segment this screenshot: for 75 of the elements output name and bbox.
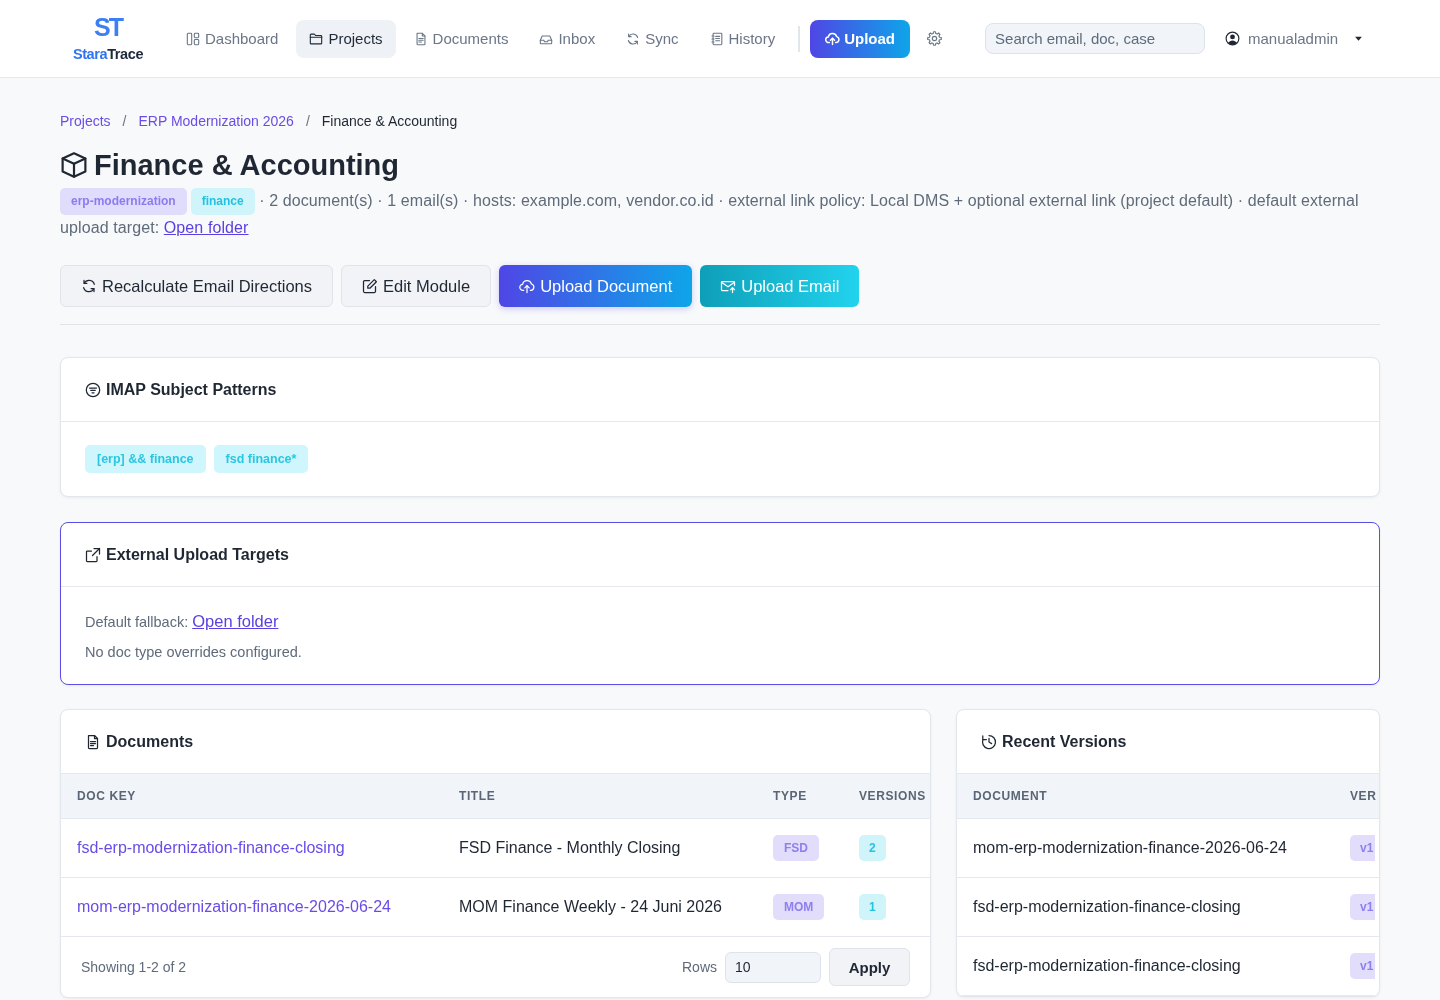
- caret-icon: [1354, 34, 1364, 43]
- fallback-text: Default fallback: Open folder: [85, 611, 280, 633]
- version-count-badge: 1: [859, 894, 886, 921]
- type-badge: MOM: [773, 894, 825, 921]
- column-header: VER: [1349, 789, 1378, 804]
- action-button[interactable]: Upload Document: [499, 265, 693, 308]
- breadcrumb-separator: /: [304, 113, 311, 129]
- document-icon: [85, 733, 101, 750]
- nav-item[interactable]: Documents: [400, 19, 522, 58]
- rows-input[interactable]: 10: [725, 951, 821, 983]
- doc-key-link[interactable]: fsd-erp-modernization-finance-closing: [77, 839, 345, 857]
- doc-key-link[interactable]: mom-erp-modernization-finance-2026-06-24: [77, 898, 391, 916]
- table-cell: fsd-erp-modernization-finance-closing: [973, 898, 1241, 916]
- overrides-note: No doc type overrides configured.: [85, 643, 303, 663]
- box-arrow-icon: [85, 546, 101, 563]
- settings-icon[interactable]: [927, 31, 943, 46]
- pattern-chip: fsd finance*: [213, 445, 309, 474]
- filter-circle-icon: [85, 381, 101, 398]
- nav-item[interactable]: Inbox: [526, 19, 609, 58]
- layout-grid-icon: [186, 31, 200, 46]
- sync-icon: [626, 31, 641, 46]
- breadcrumb-link[interactable]: ERP Modernization 2026: [138, 113, 294, 129]
- nav-item[interactable]: Sync: [613, 19, 692, 58]
- type-badge: FSD: [773, 835, 819, 862]
- clock-icon: [981, 733, 997, 750]
- version-badge: v1: [1350, 894, 1376, 921]
- action-button[interactable]: Recalculate Email Directions: [60, 265, 333, 308]
- version-badge: v1: [1350, 953, 1376, 980]
- version-count-badge: 2: [859, 835, 886, 862]
- pencil-square-icon: [362, 278, 378, 295]
- tag-badge: finance: [190, 188, 255, 216]
- column-header: DOCUMENT: [972, 789, 1049, 804]
- column-header: TITLE: [458, 789, 497, 804]
- breadcrumb-current: Finance & Accounting: [321, 113, 458, 129]
- upload-button[interactable]: Upload: [810, 19, 911, 58]
- open-folder-link[interactable]: Open folder: [192, 612, 279, 631]
- tag-badge: erp-modernization: [60, 188, 187, 216]
- search-field[interactable]: Search email, doc, case: [985, 23, 1206, 54]
- open-folder-link[interactable]: Open folder: [163, 219, 249, 237]
- nav-item[interactable]: History: [696, 19, 789, 58]
- document-icon: [413, 31, 428, 46]
- breadcrumb-link[interactable]: Projects: [60, 113, 111, 129]
- action-button[interactable]: Edit Module: [341, 265, 492, 308]
- pattern-chip: [erp] && finance: [85, 445, 206, 474]
- user-menu[interactable]: manualadmin: [1225, 30, 1364, 47]
- breadcrumb-separator: /: [121, 113, 128, 129]
- envelope-arrow-icon: [720, 278, 737, 295]
- column-header: TYPE: [772, 789, 808, 804]
- project-summary: erp-modernization finance · 2 document(s) · 1 email(s) · hosts: example.com, vendor.co.id · external link policy: Local DMS + optional external link (project default) · default external upload target: Open folder: [60, 188, 1380, 242]
- page-title: Finance & Accounting: [94, 148, 400, 183]
- card-title: External Upload Targets: [106, 545, 289, 564]
- sync-icon: [81, 278, 97, 295]
- cloud-upload-icon: [825, 31, 841, 46]
- table-cell: FSD Finance - Monthly Closing: [459, 839, 681, 857]
- notebook-icon: [709, 31, 724, 46]
- version-badge: v1: [1350, 835, 1376, 862]
- box-icon: [60, 151, 88, 179]
- card-title: Documents: [106, 732, 194, 751]
- user-circle-icon: [1225, 31, 1241, 46]
- apply-button[interactable]: Apply: [829, 948, 910, 987]
- folder-icon: [309, 31, 324, 46]
- nav-item[interactable]: Dashboard: [173, 19, 292, 58]
- table-cell: MOM Finance Weekly - 24 Juni 2026: [459, 898, 722, 916]
- rows-label: Rows: [682, 959, 717, 976]
- column-header: DOC KEY: [76, 789, 137, 804]
- table-cell: fsd-erp-modernization-finance-closing: [973, 957, 1241, 975]
- table-cell: mom-erp-modernization-finance-2026-06-24: [973, 839, 1287, 857]
- nav-item[interactable]: Projects: [296, 19, 396, 58]
- logo-name: StaraTrace: [72, 46, 144, 62]
- card-title: Recent Versions: [1002, 732, 1127, 751]
- card-title: IMAP Subject Patterns: [106, 380, 277, 399]
- column-header: VERSIONS: [858, 789, 927, 804]
- logo-mark: ST: [94, 15, 122, 39]
- pagination-info: Showing 1-2 of 2: [81, 959, 187, 976]
- cloud-upload-icon: [519, 278, 536, 295]
